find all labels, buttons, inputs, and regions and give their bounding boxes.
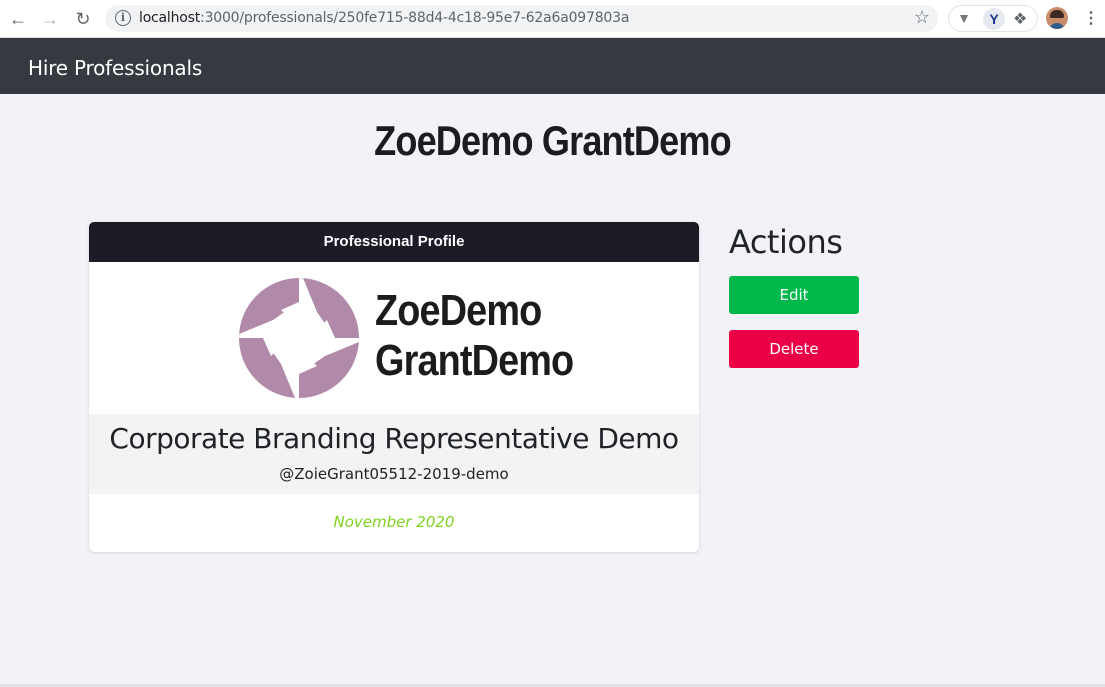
user-handle: @ZoieGrant05512-2019-demo xyxy=(279,465,509,483)
member-since-date: November 2020 xyxy=(333,513,455,531)
back-arrow-icon[interactable]: ← xyxy=(7,8,29,30)
browser-toolbar: ← → ↻ i localhost:3000/professionals/250… xyxy=(0,0,1105,38)
forward-arrow-icon[interactable]: → xyxy=(39,8,61,30)
profile-card: Professional Profile ZoeDemo GrantDemo C… xyxy=(89,222,699,552)
actions-heading: Actions xyxy=(729,223,843,261)
url-host: localhost xyxy=(139,10,201,26)
reload-icon[interactable]: ↻ xyxy=(72,8,94,30)
logo-last-name: GrantDemo xyxy=(375,336,574,385)
logo-first-name: ZoeDemo xyxy=(375,286,542,335)
url-text[interactable]: localhost:3000/professionals/250fe715-88… xyxy=(139,10,629,26)
bookmark-star-icon[interactable]: ☆ xyxy=(914,7,930,28)
site-info-icon[interactable]: i xyxy=(115,10,131,26)
url-path: :3000/professionals/250fe715-88d4-4c18-9… xyxy=(200,10,630,26)
card-header: Professional Profile xyxy=(89,222,699,262)
app-navbar: Hire Professionals xyxy=(0,38,1105,94)
edit-button[interactable]: Edit xyxy=(729,276,859,314)
extensions-area: ▼ Y ❖ xyxy=(948,5,1038,32)
logo-name: ZoeDemo GrantDemo xyxy=(375,286,574,386)
logo-area: ZoeDemo GrantDemo xyxy=(89,262,699,414)
brand-logo-icon xyxy=(239,278,359,398)
puzzle-extensions-icon[interactable]: ❖ xyxy=(1013,9,1027,29)
info-band: Corporate Branding Representative Demo @… xyxy=(89,414,699,494)
delete-button[interactable]: Delete xyxy=(729,330,859,368)
navbar-brand[interactable]: Hire Professionals xyxy=(28,56,202,80)
address-bar[interactable]: i localhost:3000/professionals/250fe715-… xyxy=(105,5,938,32)
page-title: ZoeDemo GrantDemo xyxy=(374,117,732,164)
job-title: Corporate Branding Representative Demo xyxy=(109,422,679,455)
vue-devtools-icon[interactable]: ▼ xyxy=(955,9,973,27)
profile-avatar[interactable] xyxy=(1046,7,1068,29)
menu-dots-icon[interactable]: ⋮ xyxy=(1083,8,1099,30)
yoast-extension-icon[interactable]: Y xyxy=(983,8,1005,30)
